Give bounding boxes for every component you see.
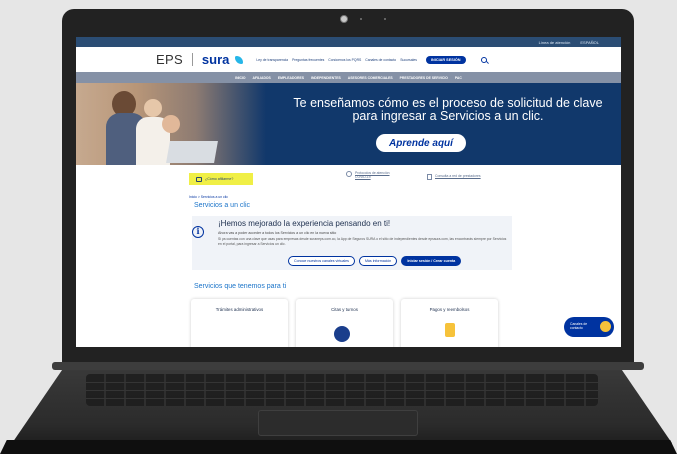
top-utility-bar: Línea de atención ESPAÑOL [76,37,621,47]
keyboard-row-divider [86,390,598,391]
login-create-account-button[interactable]: Iniciar sesión / Crear cuenta [401,256,462,266]
chat-avatar-icon [600,321,611,332]
nav-item-employers[interactable]: EMPLEADORES [278,76,304,80]
contact-channels-chat-button[interactable]: Canales de contacto [564,317,614,337]
experience-notice: i ¡Hemos mejorado la experiencia pensand… [192,216,512,270]
header-nav-item-branches[interactable]: Sucursales [400,58,417,62]
covid-protocols-link[interactable]: Protocolos de atención COVID-19 [346,171,401,179]
nav-item-home[interactable]: INICIO [235,76,245,80]
quick-links: ¿Cómo afiliarme? Protocolos de atención … [76,165,621,191]
browser-screen: Línea de atención ESPAÑOL EPS sura Ley d… [76,37,621,347]
sura-logo[interactable]: sura [202,52,229,67]
service-card-payments[interactable]: Pagos y reembolsos [401,299,498,347]
provider-network-label: Consulta a red de prestadores [435,174,481,178]
eps-logo[interactable]: EPS [156,52,183,67]
service-card-appointments[interactable]: Citas y turnos [296,299,393,347]
document-icon [427,174,432,180]
nav-item-pac[interactable]: PAC [455,76,462,80]
notice-detail-text: Si ya cuentas con una clave que usas par… [218,237,507,246]
main-nav: INICIO AFILIADOS EMPLEADORES INDEPENDIEN… [76,72,621,83]
sura-bird-icon [235,55,244,64]
attention-line-link[interactable]: Línea de atención [539,40,571,45]
appointments-icon [334,326,350,342]
services-title: Servicios que tenemos para ti [194,283,287,290]
webcam-icon [340,15,348,23]
notice-text: Ahora vas a poder acceder a todos los Se… [218,231,337,235]
page-title: Servicios a un clic [194,202,251,209]
services-cards: Trámites administrativos Citas y turnos … [191,299,498,347]
login-button[interactable]: INICIAR SESIÓN [425,55,466,64]
nav-item-independents[interactable]: INDEPENDIENTES [311,76,341,80]
touchpad [258,410,418,436]
more-info-button[interactable]: Más información [358,256,398,266]
laptop-front-edge [0,440,677,454]
service-card-admin[interactable]: Trámites administrativos [191,299,288,347]
notice-actions: Conoce nuestros canales virtuales Más in… [288,256,462,266]
card-icon [196,176,202,182]
how-to-affiliate-label: ¿Cómo afiliarme? [205,177,234,181]
family-photo [76,83,276,165]
search-icon[interactable] [480,56,487,63]
keyboard-row-divider [86,382,598,383]
service-card-title: Pagos y reembolsos [429,307,470,312]
hero-banner: Te enseñamos cómo es el proceso de solic… [76,83,621,165]
logo-divider [191,53,193,66]
language-selector[interactable]: ESPAÑOL [580,40,599,45]
payments-icon [445,323,455,337]
info-icon: i [192,226,204,238]
service-card-title: Trámites administrativos [215,307,264,312]
site-header: EPS sura Ley de transparencia Preguntas … [76,47,621,72]
virtual-channels-button[interactable]: Conoce nuestros canales virtuales [288,256,355,266]
laptop-hinge [52,362,644,370]
notice-title: ¡Hemos mejorado la experiencia pensando … [218,219,391,228]
service-card-title: Citas y turnos [331,307,358,312]
hero-headline: Te enseñamos cómo es el proceso de solic… [293,96,603,123]
camera-sensor-dot [360,18,362,20]
nav-item-affiliates[interactable]: AFILIADOS [253,76,271,80]
nav-item-advisors[interactable]: ASESORES COMERCIALES [348,76,393,80]
camera-sensor-dot [384,18,386,20]
header-nav-item-pqrs[interactable]: Conócenos los PQRS [328,58,361,62]
header-nav: Ley de transparencia Preguntas frecuente… [256,58,417,62]
header-nav-item-faq[interactable]: Preguntas frecuentes [292,58,324,62]
learn-here-button[interactable]: Aprende aquí [376,134,466,152]
breadcrumb[interactable]: Inicio > Servicios a un clic [189,195,228,199]
nav-item-providers[interactable]: PRESTADORES DE SERVICIO [400,76,448,80]
shield-icon [346,171,352,177]
keyboard-row-divider [86,398,598,399]
how-to-affiliate-button[interactable]: ¿Cómo afiliarme? [189,173,253,185]
provider-network-link[interactable]: Consulta a red de prestadores [427,174,481,180]
covid-protocols-label: Protocolos de atención COVID-19 [355,171,390,179]
header-nav-item-transparency[interactable]: Ley de transparencia [256,58,288,62]
header-nav-item-contact[interactable]: Canales de contacto [365,58,396,62]
